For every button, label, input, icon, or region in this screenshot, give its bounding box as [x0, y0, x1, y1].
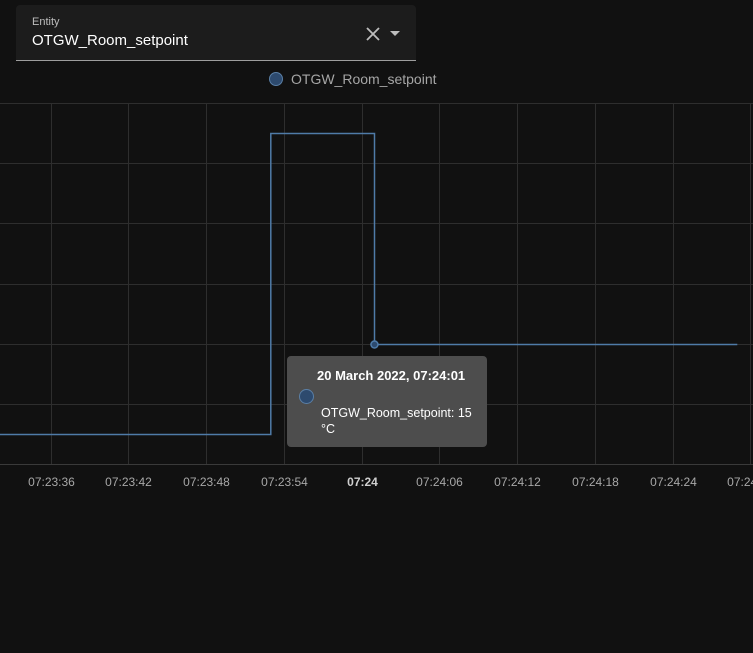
- tooltip-title: 20 March 2022, 07:24:01: [317, 368, 466, 383]
- x-tick-label: 07:24:06: [416, 475, 463, 489]
- tooltip-swatch: [299, 389, 314, 404]
- x-tick-label: 07:24: [347, 475, 378, 489]
- chart-tooltip: 20 March 2022, 07:24:01 OTGW_Room_setpoi…: [287, 356, 487, 447]
- x-tick-label: 07:23:54: [261, 475, 308, 489]
- x-tick-label: 07:24:30: [727, 475, 753, 489]
- x-tick-label: 07:23:36: [28, 475, 75, 489]
- tooltip-text: OTGW_Room_setpoint: 15 °C: [321, 406, 472, 436]
- x-tick-label: 07:24:12: [494, 475, 541, 489]
- x-axis-ticks: 07:23:36 07:23:42 07:23:48 07:23:54 07:24 07:…: [28, 475, 753, 489]
- x-tick-label: 07:23:48: [183, 475, 230, 489]
- hovered-data-point[interactable]: [370, 340, 379, 349]
- x-tick-label: 07:24:24: [650, 475, 697, 489]
- x-tick-label: 07:24:18: [572, 475, 619, 489]
- x-tick-label: 07:23:42: [105, 475, 152, 489]
